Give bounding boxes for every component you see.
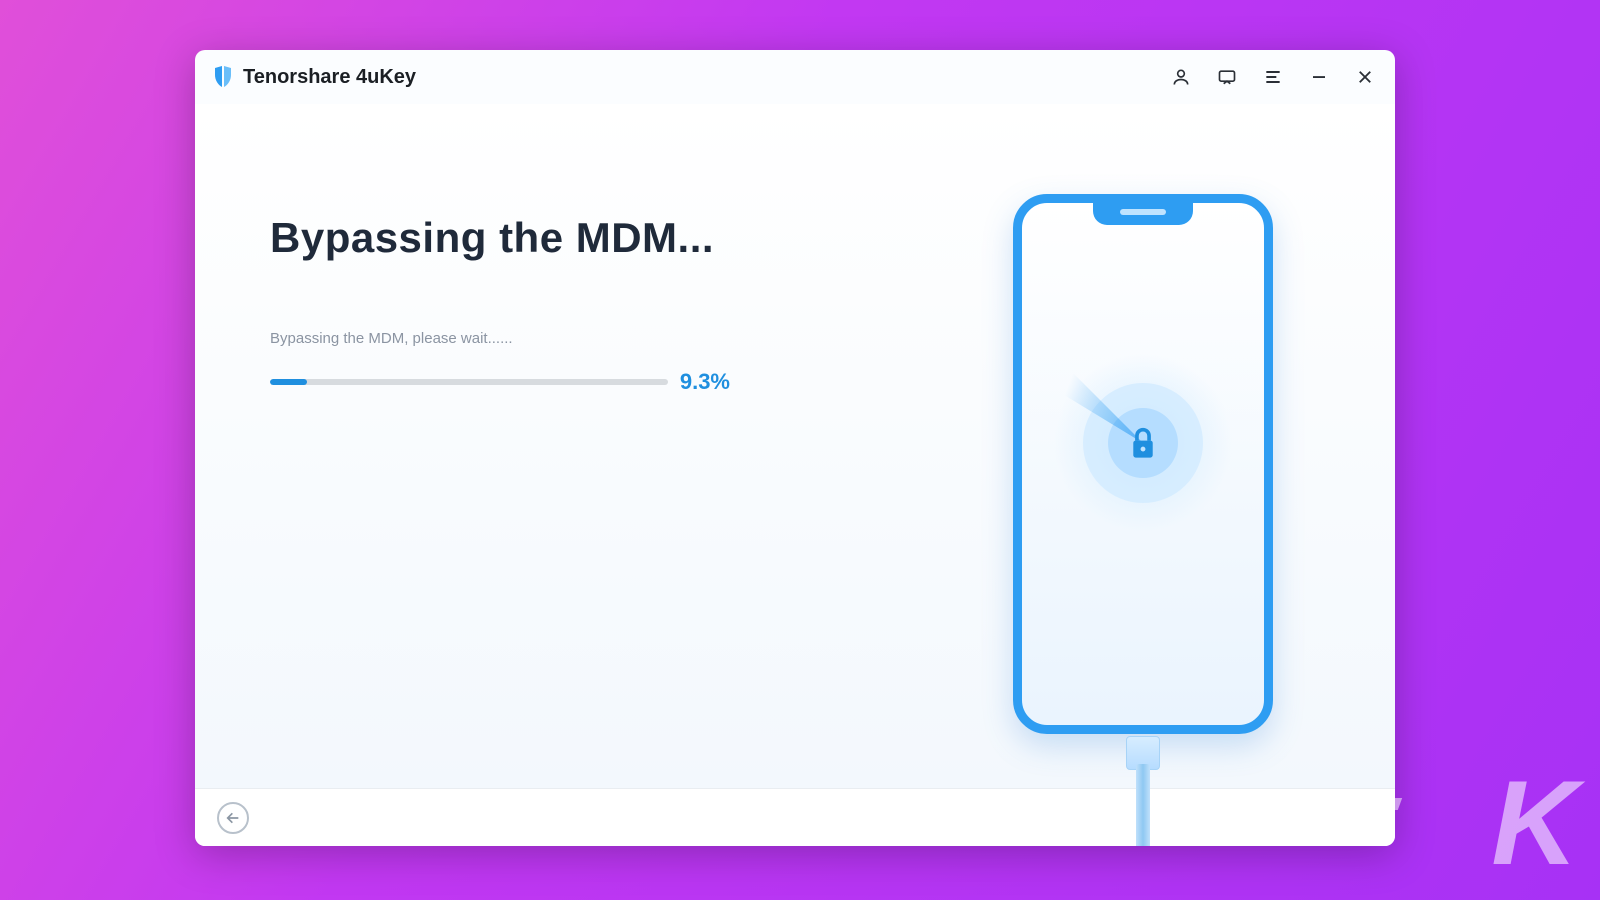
progress-bar: 9.3% [270, 369, 730, 395]
progress-fill [270, 379, 307, 385]
illustration-pane [891, 104, 1395, 788]
user-icon [1171, 67, 1191, 87]
feedback-button[interactable] [1213, 63, 1241, 91]
message-icon [1217, 67, 1237, 87]
progress-track [270, 379, 668, 385]
minimize-icon [1310, 68, 1328, 86]
phone-icon [1013, 194, 1273, 734]
close-button[interactable] [1351, 63, 1379, 91]
titlebar: Tenorshare 4uKey [195, 50, 1395, 104]
phone-notch [1093, 203, 1193, 225]
footer-bar [195, 788, 1395, 846]
progress-percent-label: 9.3% [680, 369, 730, 395]
watermark-k: K [1491, 754, 1572, 892]
menu-button[interactable] [1259, 63, 1287, 91]
scan-radar [1053, 353, 1233, 533]
content-area: Bypassing the MDM... Bypassing the MDM, … [195, 104, 1395, 788]
progress-pane: Bypassing the MDM... Bypassing the MDM, … [195, 104, 891, 788]
menu-lines-icon [1263, 67, 1283, 87]
back-button[interactable] [217, 802, 249, 834]
minimize-button[interactable] [1305, 63, 1333, 91]
phone-illustration [1013, 194, 1273, 734]
app-window: Tenorshare 4uKey [195, 50, 1395, 846]
app-logo: Tenorshare 4uKey [211, 65, 416, 89]
account-button[interactable] [1167, 63, 1195, 91]
app-title: Tenorshare 4uKey [243, 66, 416, 89]
status-text: Bypassing the MDM, please wait...... [270, 330, 891, 347]
cable [1136, 764, 1150, 846]
page-heading: Bypassing the MDM... [270, 214, 891, 262]
close-icon [1356, 68, 1374, 86]
arrow-left-icon [225, 810, 241, 826]
window-controls [1167, 63, 1379, 91]
shield-logo-icon [211, 65, 235, 89]
phone-speaker [1120, 209, 1166, 215]
lock-icon [1128, 426, 1158, 460]
